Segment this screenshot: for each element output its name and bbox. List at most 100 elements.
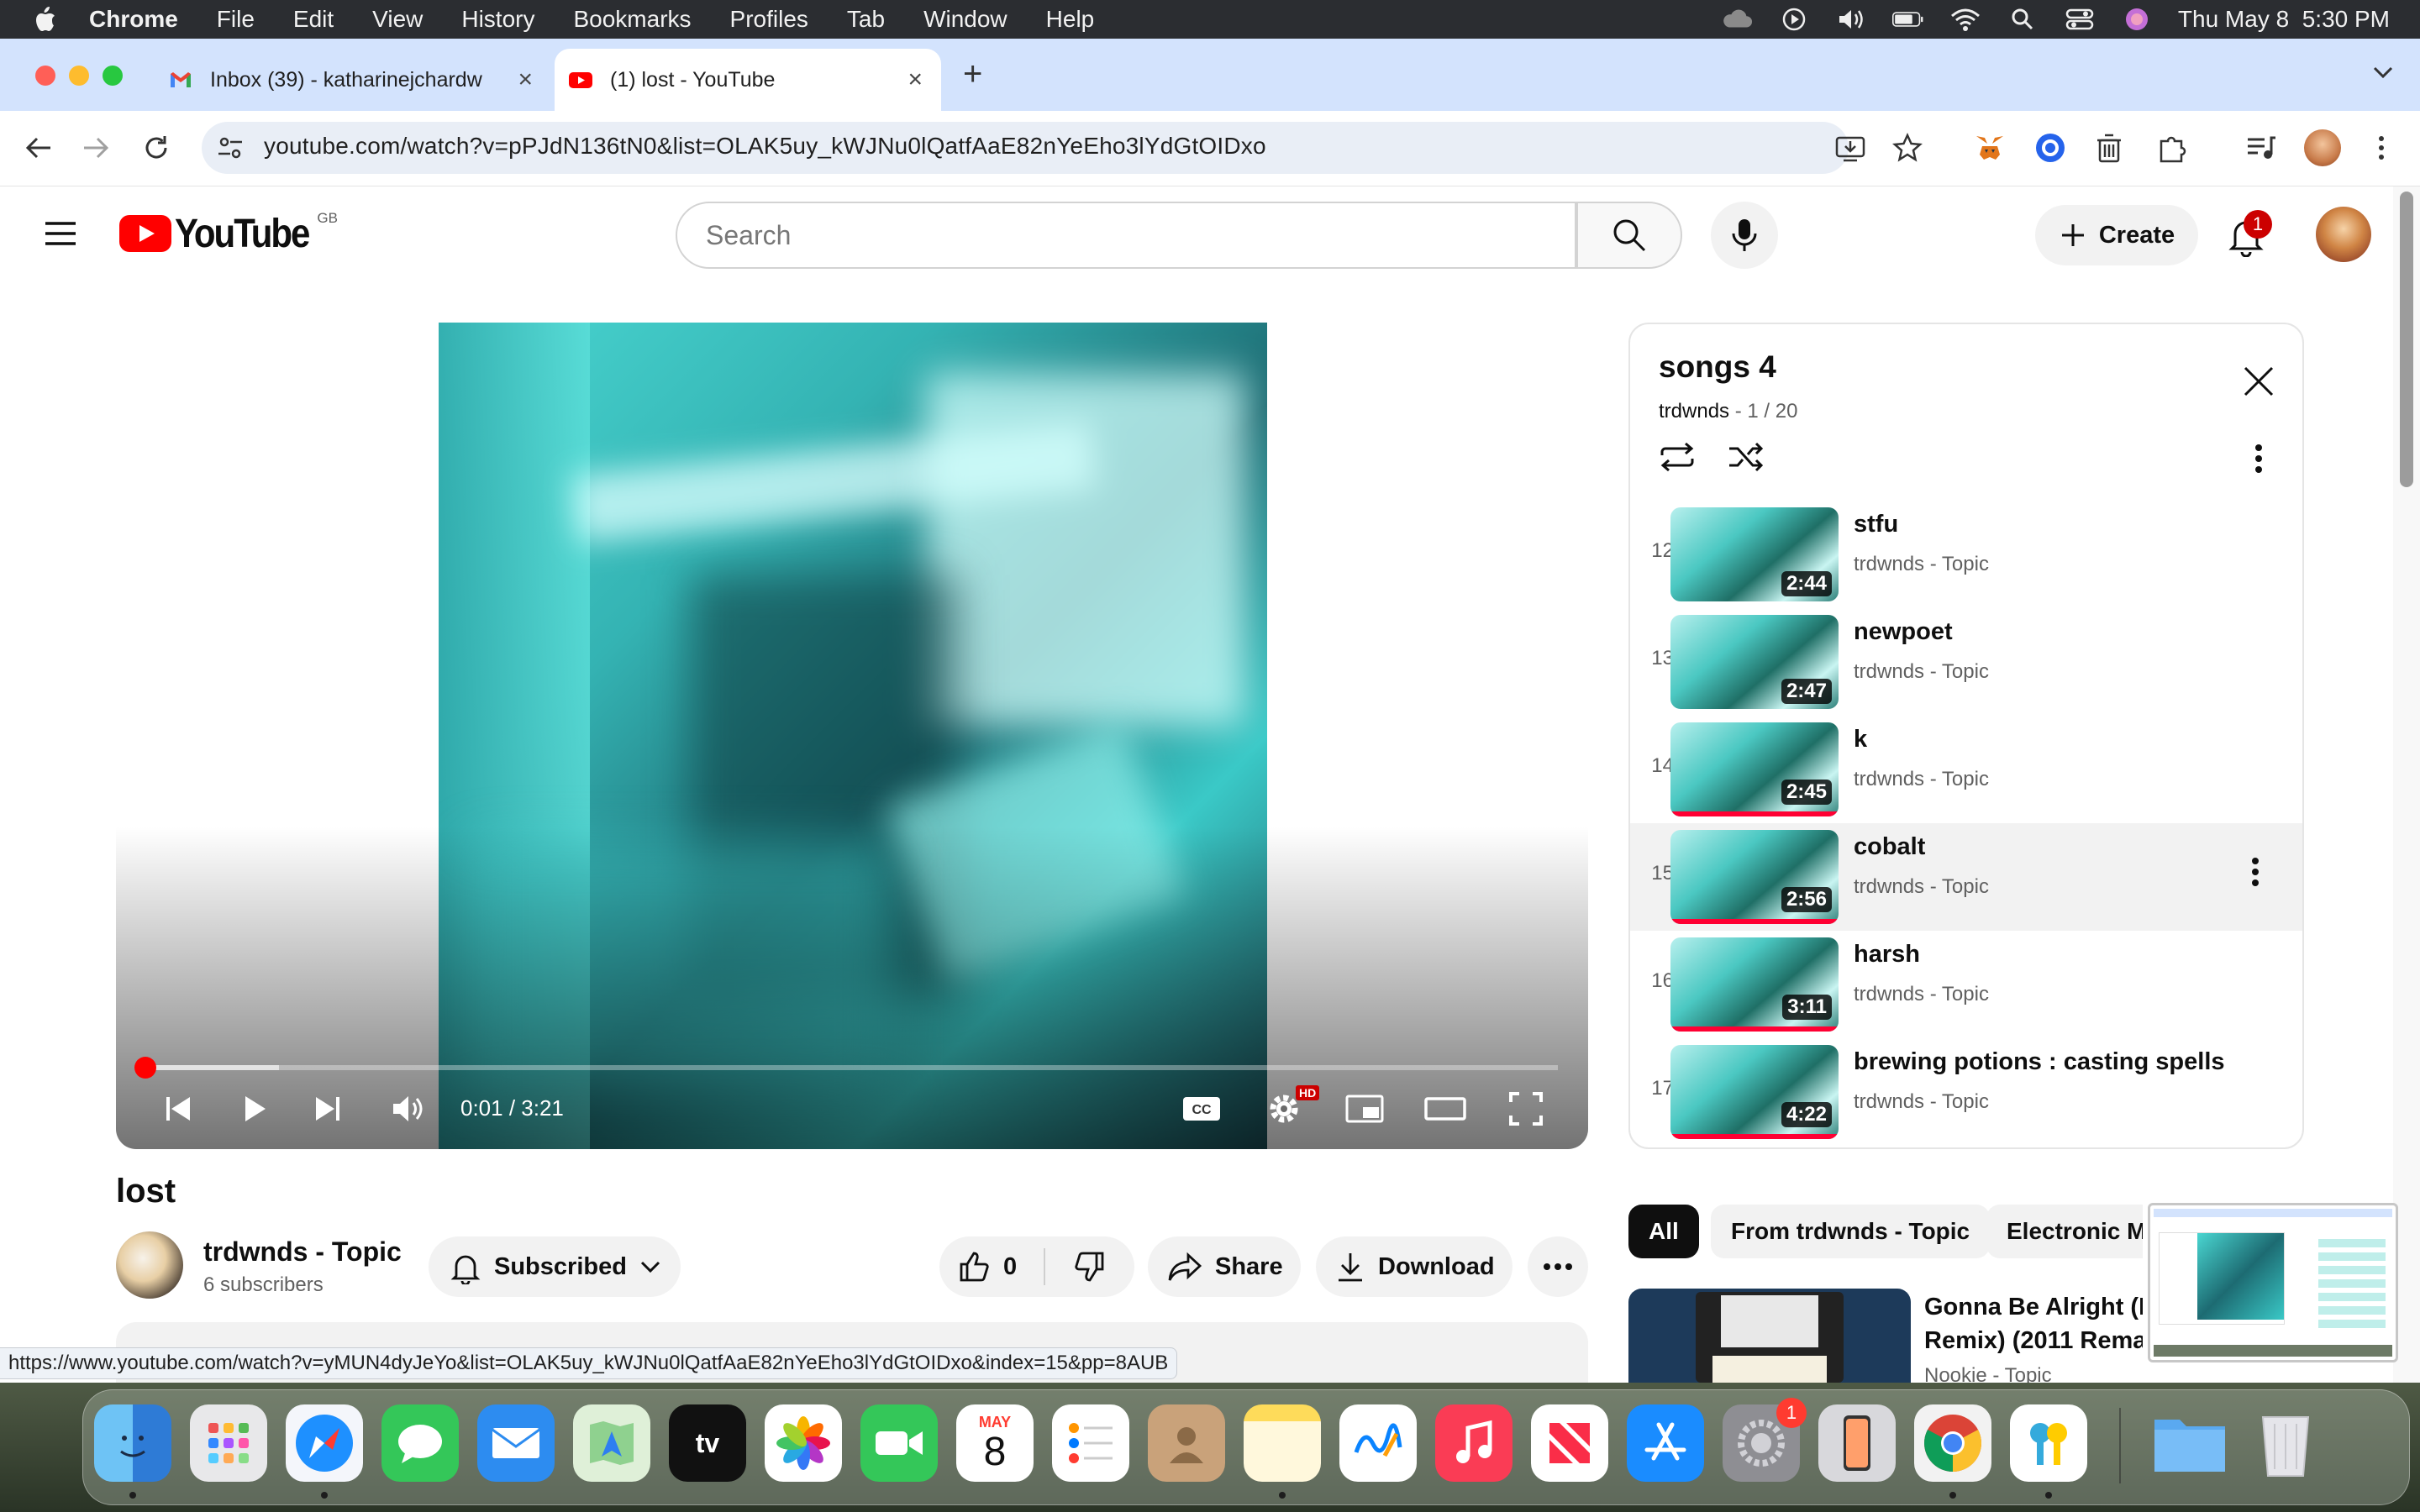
progress-bar[interactable] xyxy=(146,1065,1558,1070)
share-button[interactable]: Share xyxy=(1148,1236,1301,1297)
metamask-extension-icon[interactable] xyxy=(1973,131,2007,165)
folder-icon[interactable] xyxy=(2151,1404,2228,1482)
playlist-item-title[interactable]: k xyxy=(1854,726,1867,753)
miniplayer-button[interactable] xyxy=(1339,1084,1390,1134)
mute-button[interactable] xyxy=(383,1084,434,1134)
download-button[interactable]: Download xyxy=(1316,1236,1512,1297)
item-more-icon[interactable] xyxy=(2250,857,2260,887)
calendar-icon[interactable]: MAY 8 xyxy=(956,1404,1034,1482)
menu-profiles[interactable]: Profiles xyxy=(730,6,808,33)
like-button[interactable]: 0 xyxy=(939,1248,1045,1285)
window-zoom-button[interactable] xyxy=(103,66,123,86)
siri-icon[interactable] xyxy=(2121,7,2153,32)
window-minimize-button[interactable] xyxy=(69,66,89,86)
extension-circle-icon[interactable] xyxy=(2033,131,2067,165)
playlist-item[interactable]: 16 3:11 harsh trdwnds - Topic xyxy=(1630,931,2302,1038)
play-button[interactable] xyxy=(229,1084,279,1134)
tab-close-icon[interactable]: × xyxy=(518,66,533,94)
iphone-mirroring-icon[interactable] xyxy=(1818,1404,1896,1482)
bookmark-star-icon[interactable] xyxy=(1891,131,1924,165)
account-avatar[interactable] xyxy=(2316,207,2371,262)
maps-icon[interactable] xyxy=(573,1404,650,1482)
wifi-icon[interactable] xyxy=(1949,7,1981,32)
search-button[interactable] xyxy=(1576,202,1682,269)
subscribed-button[interactable]: Subscribed xyxy=(429,1236,681,1297)
menu-file[interactable]: File xyxy=(217,6,255,33)
chip-electronic-music[interactable]: Electronic Mu xyxy=(1986,1205,2143,1258)
playlist-item[interactable]: 14 2:45 k trdwnds - Topic xyxy=(1630,716,2302,823)
chrome-icon[interactable] xyxy=(1914,1404,1991,1482)
window-close-button[interactable] xyxy=(35,66,55,86)
screenshot-preview-thumbnail[interactable] xyxy=(2148,1203,2398,1362)
playlist-title[interactable]: songs 4 xyxy=(1659,349,1776,385)
battery-icon[interactable] xyxy=(1891,7,1924,32)
captions-button[interactable]: CC xyxy=(1176,1084,1227,1134)
volume-icon[interactable] xyxy=(1835,7,1867,32)
playlist-more-icon[interactable] xyxy=(2254,444,2264,474)
search-input[interactable]: Search xyxy=(676,202,1576,269)
menu-edit[interactable]: Edit xyxy=(293,6,334,33)
playlist-item-title[interactable]: cobalt xyxy=(1854,833,1925,861)
apple-logo-icon[interactable] xyxy=(32,5,57,34)
reload-icon[interactable] xyxy=(139,131,173,165)
playlist-item-thumbnail[interactable]: 3:11 xyxy=(1670,937,1839,1032)
reminders-icon[interactable] xyxy=(1052,1404,1129,1482)
close-playlist-icon[interactable] xyxy=(2240,363,2277,400)
menu-app-chrome[interactable]: Chrome xyxy=(89,6,178,33)
playlist-item-title[interactable]: brewing potions : casting spells xyxy=(1854,1048,2225,1076)
playlist-item-thumbnail[interactable]: 2:44 xyxy=(1670,507,1839,601)
playlist-item-title[interactable]: newpoet xyxy=(1854,618,1953,646)
messages-icon[interactable] xyxy=(381,1404,459,1482)
menu-help[interactable]: Help xyxy=(1046,6,1095,33)
apple-tv-icon[interactable]: tv xyxy=(669,1404,746,1482)
menu-tab[interactable]: Tab xyxy=(847,6,885,33)
shuffle-icon[interactable] xyxy=(1726,440,1766,474)
music-icon[interactable] xyxy=(1435,1404,1512,1482)
progress-scrubber[interactable] xyxy=(134,1057,156,1079)
page-scrollbar-thumb[interactable] xyxy=(2400,192,2413,487)
url-text[interactable]: youtube.com/watch?v=pPJdN136tN0&list=OLA… xyxy=(264,133,1266,160)
launchpad-icon[interactable] xyxy=(190,1404,267,1482)
hamburger-menu-icon[interactable] xyxy=(42,217,79,250)
profile-avatar[interactable] xyxy=(2304,129,2341,166)
loop-icon[interactable] xyxy=(1657,440,1697,474)
cloud-icon[interactable] xyxy=(1721,7,1753,32)
finder-icon[interactable] xyxy=(94,1404,171,1482)
freeform-icon[interactable] xyxy=(1339,1404,1417,1482)
tab-search-chevron-icon[interactable] xyxy=(2371,64,2395,81)
menu-bookmarks[interactable]: Bookmarks xyxy=(573,6,691,33)
menu-view[interactable]: View xyxy=(372,6,423,33)
play-circle-icon[interactable] xyxy=(1778,7,1810,32)
channel-avatar[interactable] xyxy=(116,1231,183,1299)
playlist-item[interactable]: 12 2:44 stfu trdwnds - Topic xyxy=(1630,501,2302,608)
playlist-item-hovered[interactable]: 15 2:56 cobalt trdwnds - Topic xyxy=(1630,823,2302,931)
chip-from-channel[interactable]: From trdwnds - Topic xyxy=(1711,1205,1991,1258)
playlist-owner[interactable]: trdwnds xyxy=(1659,400,1729,423)
menu-window[interactable]: Window xyxy=(923,6,1007,33)
voice-search-button[interactable] xyxy=(1711,202,1778,269)
playlist-item-title[interactable]: stfu xyxy=(1854,511,1898,538)
playlist-item-thumbnail[interactable]: 2:45 xyxy=(1670,722,1839,816)
photos-icon[interactable] xyxy=(765,1404,842,1482)
tab-gmail[interactable]: Inbox (39) - katharinejchardw × xyxy=(151,49,551,111)
more-actions-button[interactable] xyxy=(1528,1236,1588,1297)
back-arrow-icon[interactable] xyxy=(22,131,55,165)
menu-history[interactable]: History xyxy=(461,6,534,33)
playlist-item-title[interactable]: harsh xyxy=(1854,941,1920,969)
extensions-puzzle-icon[interactable] xyxy=(2154,131,2188,165)
notes-icon[interactable] xyxy=(1244,1404,1321,1482)
chrome-menu-icon[interactable] xyxy=(2373,131,2390,165)
mail-icon[interactable] xyxy=(477,1404,555,1482)
tab-close-icon[interactable]: × xyxy=(908,66,923,94)
trash-extension-icon[interactable] xyxy=(2092,131,2126,165)
recommendation-title[interactable]: Gonna Be Alright (No Remix) (2011 Remas xyxy=(1924,1290,2143,1357)
create-button[interactable]: Create xyxy=(2035,205,2198,265)
site-info-icon[interactable] xyxy=(215,133,245,163)
spotlight-search-icon[interactable] xyxy=(2007,7,2039,32)
contacts-icon[interactable] xyxy=(1148,1404,1225,1482)
channel-name[interactable]: trdwnds - Topic xyxy=(203,1236,402,1268)
theater-mode-button[interactable] xyxy=(1420,1084,1470,1134)
facetime-icon[interactable] xyxy=(860,1404,938,1482)
trash-icon[interactable] xyxy=(2247,1404,2324,1482)
clock-datetime[interactable]: Thu May 8 5:30 PM xyxy=(2178,6,2390,33)
